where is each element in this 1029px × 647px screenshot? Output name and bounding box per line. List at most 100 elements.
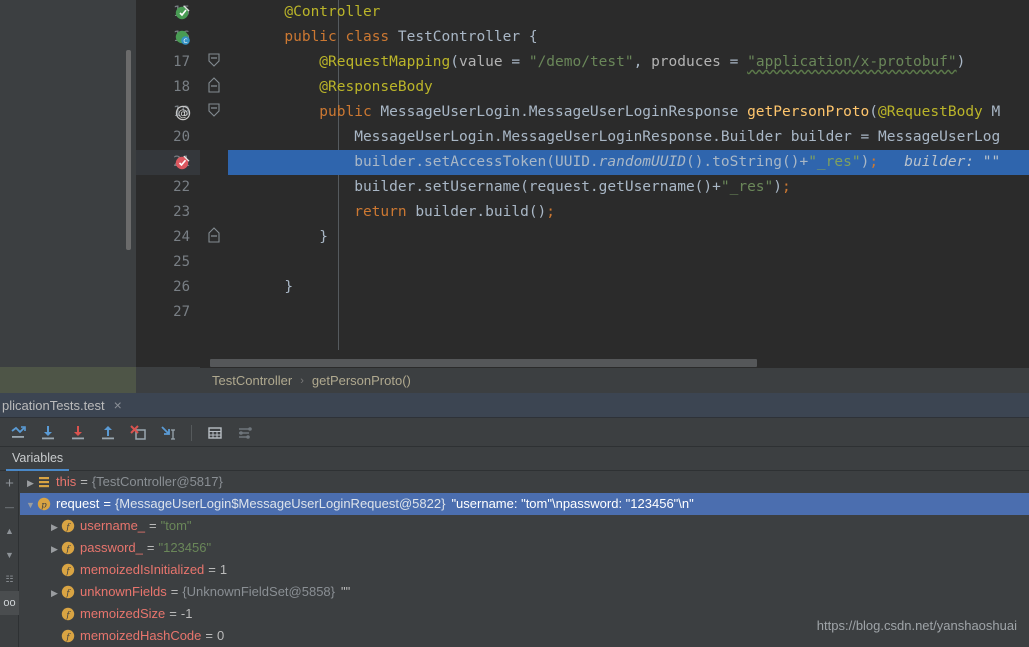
- step-over-icon[interactable]: [36, 421, 60, 445]
- settings-lines-icon[interactable]: [233, 421, 257, 445]
- variable-value: {TestController@5817}: [92, 474, 223, 489]
- code-token: @RequestMapping: [232, 54, 450, 70]
- at-override-icon[interactable]: @: [166, 100, 200, 125]
- run-to-cursor-icon[interactable]: [156, 421, 180, 445]
- breadcrumb-item-class[interactable]: TestController: [212, 373, 292, 388]
- drop-frame-icon[interactable]: [126, 421, 150, 445]
- red-breakpoint-check-icon[interactable]: [166, 150, 200, 175]
- chevron-right-icon[interactable]: ▶: [48, 604, 61, 626]
- variable-equals: =: [208, 562, 216, 577]
- line-number: 17: [136, 50, 200, 75]
- field-icon: f: [61, 562, 76, 577]
- code-editor[interactable]: 15 @Controller16C public class TestContr…: [136, 0, 1029, 350]
- variable-row[interactable]: ▼prequest={MessageUserLogin$MessageUserL…: [20, 493, 1029, 515]
- code-token: @ResponseBody: [232, 79, 433, 95]
- code-line[interactable]: 25: [136, 250, 1029, 275]
- fold-icon[interactable]: [200, 75, 228, 100]
- code-line[interactable]: 23 return builder.build();: [136, 200, 1029, 225]
- remove-watch-icon[interactable]: —: [0, 495, 19, 519]
- code-line[interactable]: 24 }: [136, 225, 1029, 250]
- debug-session-tab[interactable]: plicationTests.test ×: [0, 393, 122, 418]
- idea-window: 15 @Controller16C public class TestContr…: [0, 0, 1029, 647]
- variable-value: -1: [181, 606, 193, 621]
- code-token: =: [721, 54, 747, 70]
- field-icon: f: [61, 628, 76, 643]
- variable-row[interactable]: ▶this={TestController@5817}: [20, 471, 1029, 493]
- code-line[interactable]: 16C public class TestController {: [136, 25, 1029, 50]
- code-text: @RequestMapping(value = "/demo/test", pr…: [228, 50, 1029, 75]
- chevron-right-icon[interactable]: ▶: [48, 626, 61, 647]
- code-line[interactable]: 21 builder.setAccessToken(UUID.randomUUI…: [136, 150, 1029, 175]
- code-token: ;: [869, 154, 878, 170]
- code-line[interactable]: 26 }: [136, 275, 1029, 300]
- variable-equals: =: [171, 584, 179, 599]
- line-number: 20: [136, 125, 200, 150]
- green-class-icon[interactable]: C: [166, 25, 200, 50]
- show-execution-point-icon[interactable]: [6, 421, 30, 445]
- toolbar-separator: [191, 425, 192, 441]
- variable-row[interactable]: ▶fpassword_="123456": [20, 537, 1029, 559]
- code-token: public: [232, 104, 380, 120]
- debugger-tab-strip: Variables: [0, 448, 1029, 471]
- code-token: M: [983, 104, 1000, 120]
- step-into-icon[interactable]: [66, 421, 90, 445]
- evaluate-expression-icon[interactable]: [203, 421, 227, 445]
- variable-row[interactable]: ▶fusername_="tom": [20, 515, 1029, 537]
- move-up-icon[interactable]: ▲: [0, 519, 19, 543]
- variable-value: 0: [217, 628, 224, 643]
- chevron-right-icon[interactable]: ▶: [48, 538, 61, 560]
- code-line[interactable]: 19@ public MessageUserLogin.MessageUserL…: [136, 100, 1029, 125]
- chevron-right-icon[interactable]: ▶: [48, 560, 61, 582]
- code-line[interactable]: 22 builder.setUsername(request.getUserna…: [136, 175, 1029, 200]
- code-text: @ResponseBody: [228, 75, 1029, 100]
- copy-value-icon[interactable]: ☷: [0, 567, 19, 591]
- chevron-down-icon[interactable]: ▼: [24, 494, 37, 516]
- code-token: public: [232, 29, 346, 45]
- variable-equals: =: [149, 518, 157, 533]
- move-down-icon[interactable]: ▼: [0, 543, 19, 567]
- add-watch-icon[interactable]: +: [0, 471, 19, 495]
- variable-name: memoizedSize: [80, 606, 165, 621]
- code-line[interactable]: 20 MessageUserLogin.MessageUserLoginResp…: [136, 125, 1029, 150]
- debug-tool-window: plicationTests.test ×: [0, 393, 1029, 647]
- parameter-icon: p: [37, 496, 52, 511]
- code-token: @Controller: [232, 4, 380, 20]
- svg-text:p: p: [41, 500, 47, 510]
- fold-icon[interactable]: [200, 225, 228, 250]
- close-icon[interactable]: ×: [114, 398, 122, 412]
- chevron-right-icon[interactable]: ▶: [24, 472, 37, 494]
- code-line[interactable]: 27: [136, 300, 1029, 325]
- debug-toolbar: [0, 419, 1029, 447]
- code-token: produces: [651, 54, 721, 70]
- inspect-icon[interactable]: oo: [0, 591, 19, 615]
- fold-collapse-icon[interactable]: [200, 50, 228, 75]
- fold-collapse-icon[interactable]: [200, 100, 228, 125]
- tab-variables[interactable]: Variables: [6, 448, 69, 471]
- field-icon: f: [61, 606, 76, 621]
- chevron-right-icon[interactable]: ▶: [48, 582, 61, 604]
- chevron-right-icon[interactable]: ▶: [48, 516, 61, 538]
- variable-value: "123456": [158, 540, 211, 555]
- line-number: 27: [136, 300, 200, 325]
- variable-row[interactable]: ▶fmemoizedIsInitialized=1: [20, 559, 1029, 581]
- editor-vertical-scrollbar[interactable]: [126, 50, 131, 250]
- code-text: return builder.build();: [228, 200, 1029, 225]
- variable-value-preview: "username: "tom"\npassword: "123456"\n": [451, 496, 693, 511]
- code-line[interactable]: 17 @RequestMapping(value = "/demo/test",…: [136, 50, 1029, 75]
- breadcrumb-item-method[interactable]: getPersonProto(): [312, 373, 411, 388]
- code-line[interactable]: 18 @ResponseBody: [136, 75, 1029, 100]
- code-line[interactable]: 15 @Controller: [136, 0, 1029, 25]
- variable-row[interactable]: ▶funknownFields={UnknownFieldSet@5858}"": [20, 581, 1029, 603]
- variable-value: {UnknownFieldSet@5858}: [182, 584, 335, 599]
- editor-horizontal-scroll-thumb[interactable]: [210, 359, 757, 367]
- step-out-icon[interactable]: [96, 421, 120, 445]
- variable-name: request: [56, 496, 99, 511]
- code-token: (: [869, 104, 878, 120]
- code-text: [228, 250, 1029, 275]
- code-token: builder: "": [878, 154, 1000, 170]
- green-run-check-icon[interactable]: [166, 0, 200, 25]
- variable-equals: =: [205, 628, 213, 643]
- variable-equals: =: [80, 474, 88, 489]
- variable-name: unknownFields: [80, 584, 167, 599]
- code-text: builder.setUsername(request.getUsername(…: [228, 175, 1029, 200]
